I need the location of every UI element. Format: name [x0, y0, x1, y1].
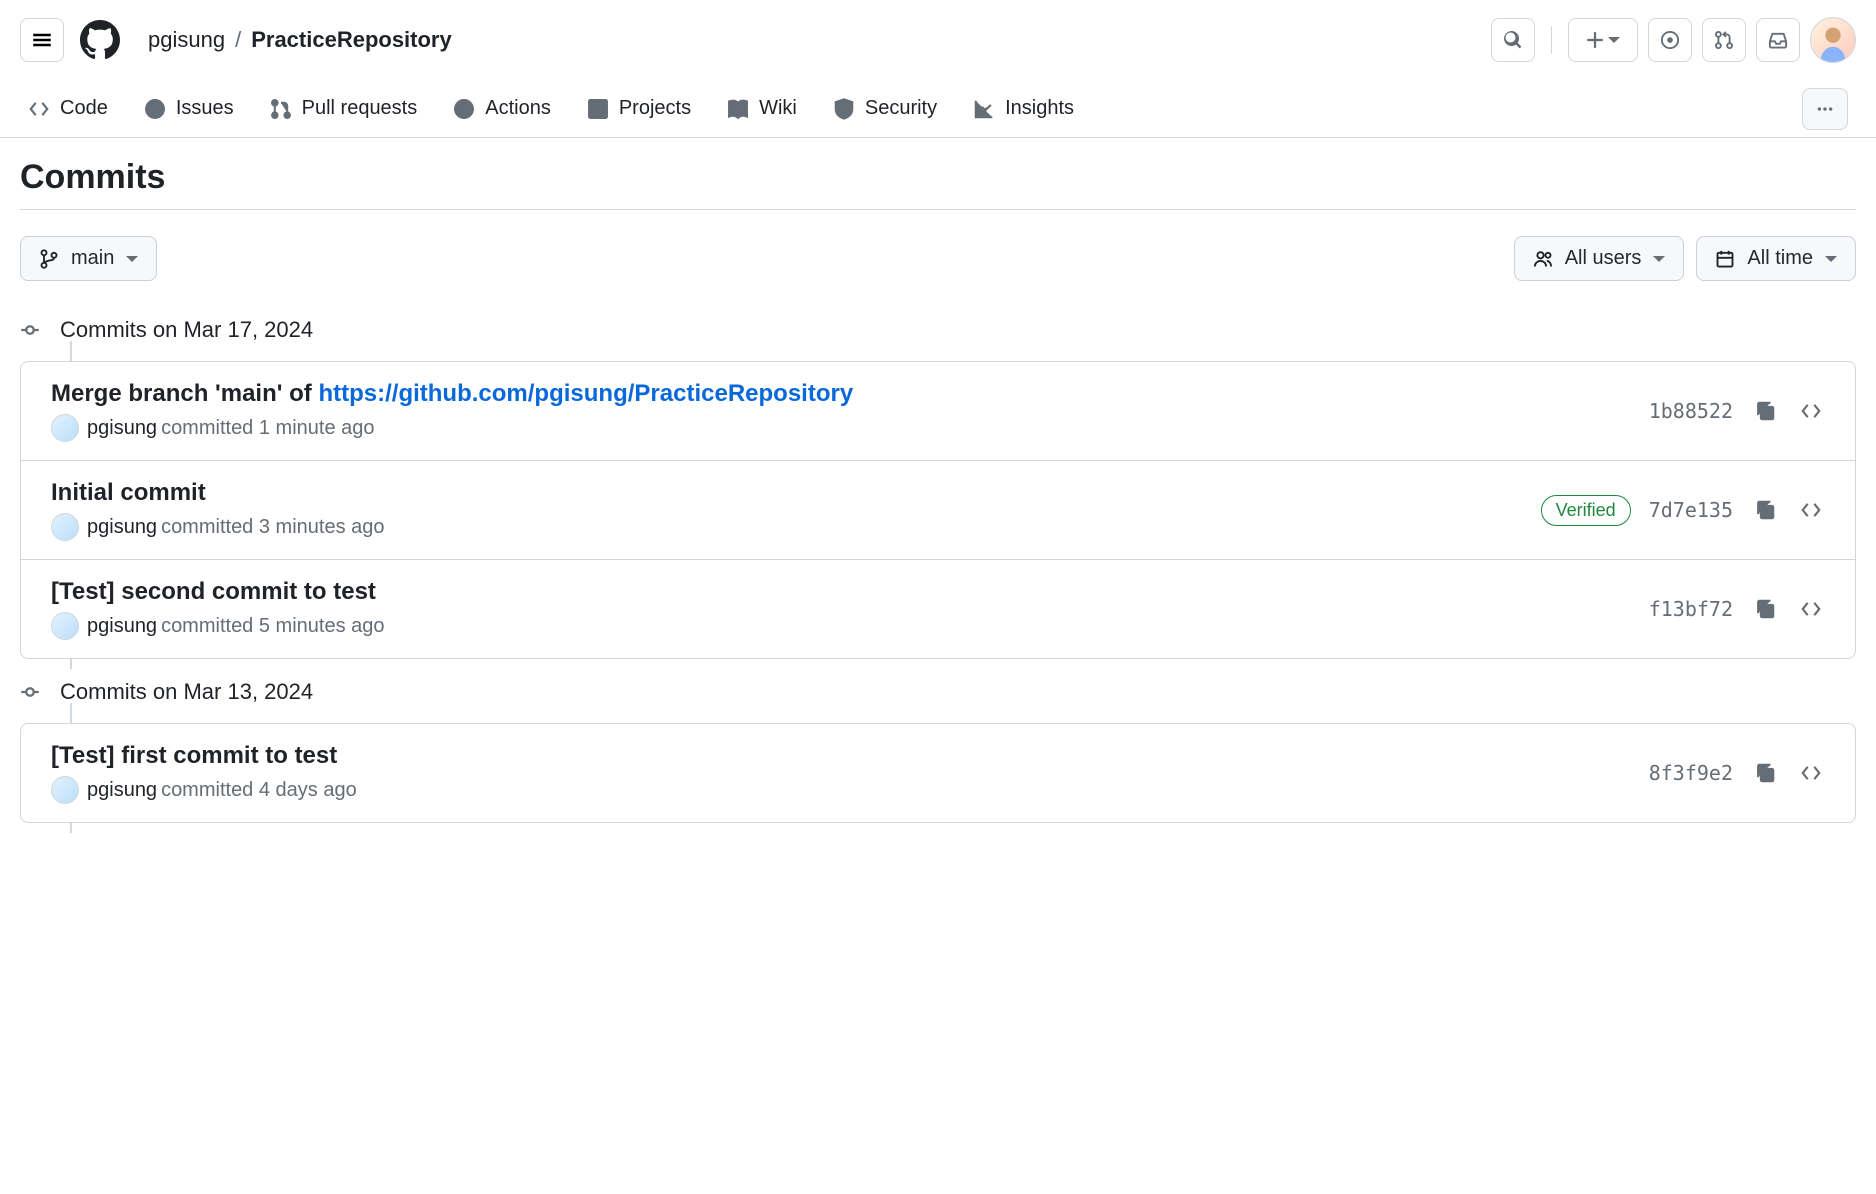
commit-title-link[interactable]: https://github.com/pgisung/PracticeRepos…	[318, 380, 853, 407]
commit-author-avatar[interactable]	[51, 776, 79, 804]
browse-repo-button[interactable]	[1797, 397, 1825, 425]
search-button[interactable]	[1491, 18, 1535, 62]
commit-row: [Test] second commit to test pgisung comm…	[21, 560, 1855, 658]
issue-icon	[144, 98, 166, 120]
commit-meta: pgisung committed 1 minute ago	[51, 414, 1649, 442]
tab-pull-requests[interactable]: Pull requests	[270, 80, 418, 137]
branch-selector[interactable]: main	[20, 236, 157, 281]
tab-projects[interactable]: Projects	[587, 80, 691, 137]
tab-code[interactable]: Code	[28, 80, 108, 137]
git-pull-request-icon	[1714, 30, 1734, 50]
commit-sha[interactable]: 7d7e135	[1649, 498, 1733, 522]
calendar-icon	[1715, 249, 1735, 269]
commit-sha[interactable]: f13bf72	[1649, 597, 1733, 621]
commit-sha[interactable]: 8f3f9e2	[1649, 761, 1733, 785]
commit-author-avatar[interactable]	[51, 513, 79, 541]
commit-sha[interactable]: 1b88522	[1649, 399, 1733, 423]
issues-button[interactable]	[1648, 18, 1692, 62]
copy-sha-button[interactable]	[1751, 759, 1779, 787]
create-menu-button[interactable]	[1568, 18, 1638, 62]
browse-repo-button[interactable]	[1797, 595, 1825, 623]
time-filter[interactable]: All time	[1696, 236, 1856, 281]
inbox-icon	[1768, 30, 1788, 50]
plus-icon	[1586, 31, 1604, 49]
commit-date-header: Commits on Mar 13, 2024	[60, 679, 1856, 705]
book-icon	[727, 98, 749, 120]
people-icon	[1533, 249, 1553, 269]
users-filter[interactable]: All users	[1514, 236, 1685, 281]
kebab-icon	[1816, 100, 1834, 118]
tab-security[interactable]: Security	[833, 80, 937, 137]
hamburger-menu-button[interactable]	[20, 18, 64, 62]
commit-marker-icon	[20, 320, 40, 340]
caret-down-icon	[1825, 256, 1837, 262]
copy-sha-button[interactable]	[1751, 496, 1779, 524]
caret-down-icon	[1608, 37, 1620, 43]
git-branch-icon	[39, 249, 59, 269]
commit-date-header: Commits on Mar 17, 2024	[60, 317, 1856, 343]
notifications-button[interactable]	[1756, 18, 1800, 62]
tab-insights[interactable]: Insights	[973, 80, 1074, 137]
commit-meta: pgisung committed 4 days ago	[51, 776, 1649, 804]
commit-row: Merge branch 'main' of https://github.co…	[21, 362, 1855, 461]
commit-list: [Test] first commit to test pgisung commi…	[20, 723, 1856, 823]
commit-author-name[interactable]: pgisung	[87, 779, 157, 802]
git-pull-request-icon	[270, 98, 292, 120]
commit-title[interactable]: Merge branch 'main' of https://github.co…	[51, 380, 1649, 408]
user-avatar[interactable]	[1810, 17, 1856, 63]
tab-wiki[interactable]: Wiki	[727, 80, 797, 137]
breadcrumb-repo[interactable]: PracticeRepository	[251, 27, 452, 53]
breadcrumb-owner[interactable]: pgisung	[148, 27, 225, 53]
github-logo[interactable]	[76, 16, 124, 64]
commit-row: [Test] first commit to test pgisung commi…	[21, 724, 1855, 822]
commit-list: Merge branch 'main' of https://github.co…	[20, 361, 1856, 659]
commit-title[interactable]: Initial commit	[51, 479, 1541, 507]
play-icon	[453, 98, 475, 120]
project-icon	[587, 98, 609, 120]
commit-author-avatar[interactable]	[51, 414, 79, 442]
verified-badge[interactable]: Verified	[1541, 495, 1631, 526]
tab-issues[interactable]: Issues	[144, 80, 234, 137]
copy-sha-button[interactable]	[1751, 397, 1779, 425]
caret-down-icon	[126, 256, 138, 262]
tabs-more-button[interactable]	[1802, 88, 1848, 130]
search-icon	[1503, 30, 1523, 50]
commit-meta: pgisung committed 5 minutes ago	[51, 612, 1649, 640]
header: pgisung / PracticeRepository	[0, 0, 1876, 80]
browse-repo-button[interactable]	[1797, 759, 1825, 787]
commit-author-name[interactable]: pgisung	[87, 615, 157, 638]
commit-title[interactable]: [Test] second commit to test	[51, 578, 1649, 606]
caret-down-icon	[1653, 256, 1665, 262]
commit-author-name[interactable]: pgisung	[87, 417, 157, 440]
pull-requests-button[interactable]	[1702, 18, 1746, 62]
header-divider	[1551, 26, 1552, 54]
breadcrumb-slash: /	[235, 27, 241, 53]
copy-sha-button[interactable]	[1751, 595, 1779, 623]
page-title: Commits	[20, 158, 1856, 210]
shield-icon	[833, 98, 855, 120]
hamburger-icon	[32, 30, 52, 50]
code-icon	[28, 98, 50, 120]
repo-tabs: Code Issues Pull requests Actions Projec…	[0, 80, 1876, 138]
commit-row: Initial commit pgisung committed 3 minute…	[21, 461, 1855, 560]
issue-icon	[1660, 30, 1680, 50]
commit-marker-icon	[20, 682, 40, 702]
commit-meta: pgisung committed 3 minutes ago	[51, 513, 1541, 541]
tab-actions[interactable]: Actions	[453, 80, 551, 137]
commit-author-name[interactable]: pgisung	[87, 516, 157, 539]
commit-author-avatar[interactable]	[51, 612, 79, 640]
breadcrumb: pgisung / PracticeRepository	[148, 27, 452, 53]
graph-icon	[973, 98, 995, 120]
browse-repo-button[interactable]	[1797, 496, 1825, 524]
commit-title[interactable]: [Test] first commit to test	[51, 742, 1649, 770]
